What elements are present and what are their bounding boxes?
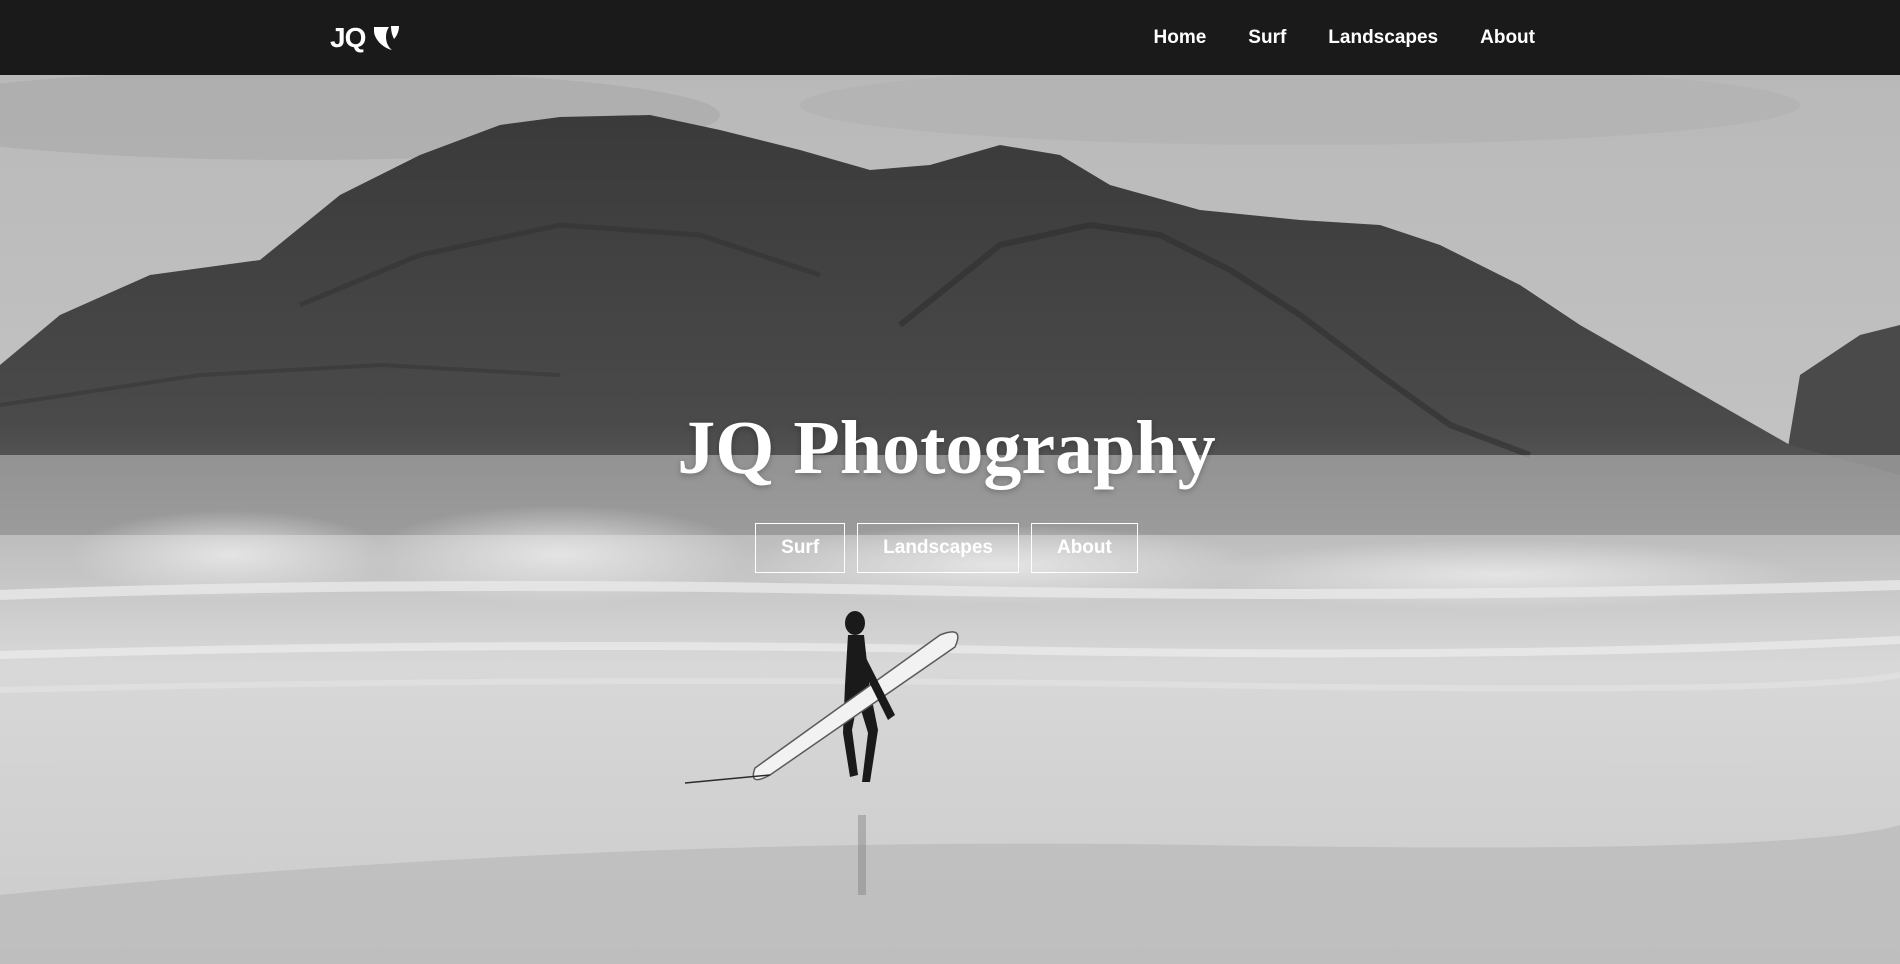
logo-text: JQ [330, 22, 366, 53]
hero-section: JQ Photography Surf Landscapes About [0, 75, 1900, 964]
nav-about[interactable]: About [1480, 27, 1535, 49]
top-navbar: JQ Home Surf Landscapes About [0, 0, 1900, 75]
hero-background-photo [0, 75, 1900, 964]
main-nav: Home Surf Landscapes About [1154, 0, 1536, 75]
hero-button-group: Surf Landscapes About [0, 523, 1893, 573]
nav-landscapes[interactable]: Landscapes [1328, 27, 1438, 49]
hero-title: JQ Photography [677, 406, 1216, 490]
site-logo[interactable]: JQ [330, 18, 401, 58]
hero-surf-button[interactable]: Surf [755, 523, 846, 573]
hero-about-button[interactable]: About [1030, 523, 1138, 573]
typo3-shield-icon [374, 26, 400, 50]
hero-landscapes-button[interactable]: Landscapes [857, 523, 1019, 573]
nav-home[interactable]: Home [1154, 27, 1207, 49]
nav-surf[interactable]: Surf [1248, 27, 1286, 49]
